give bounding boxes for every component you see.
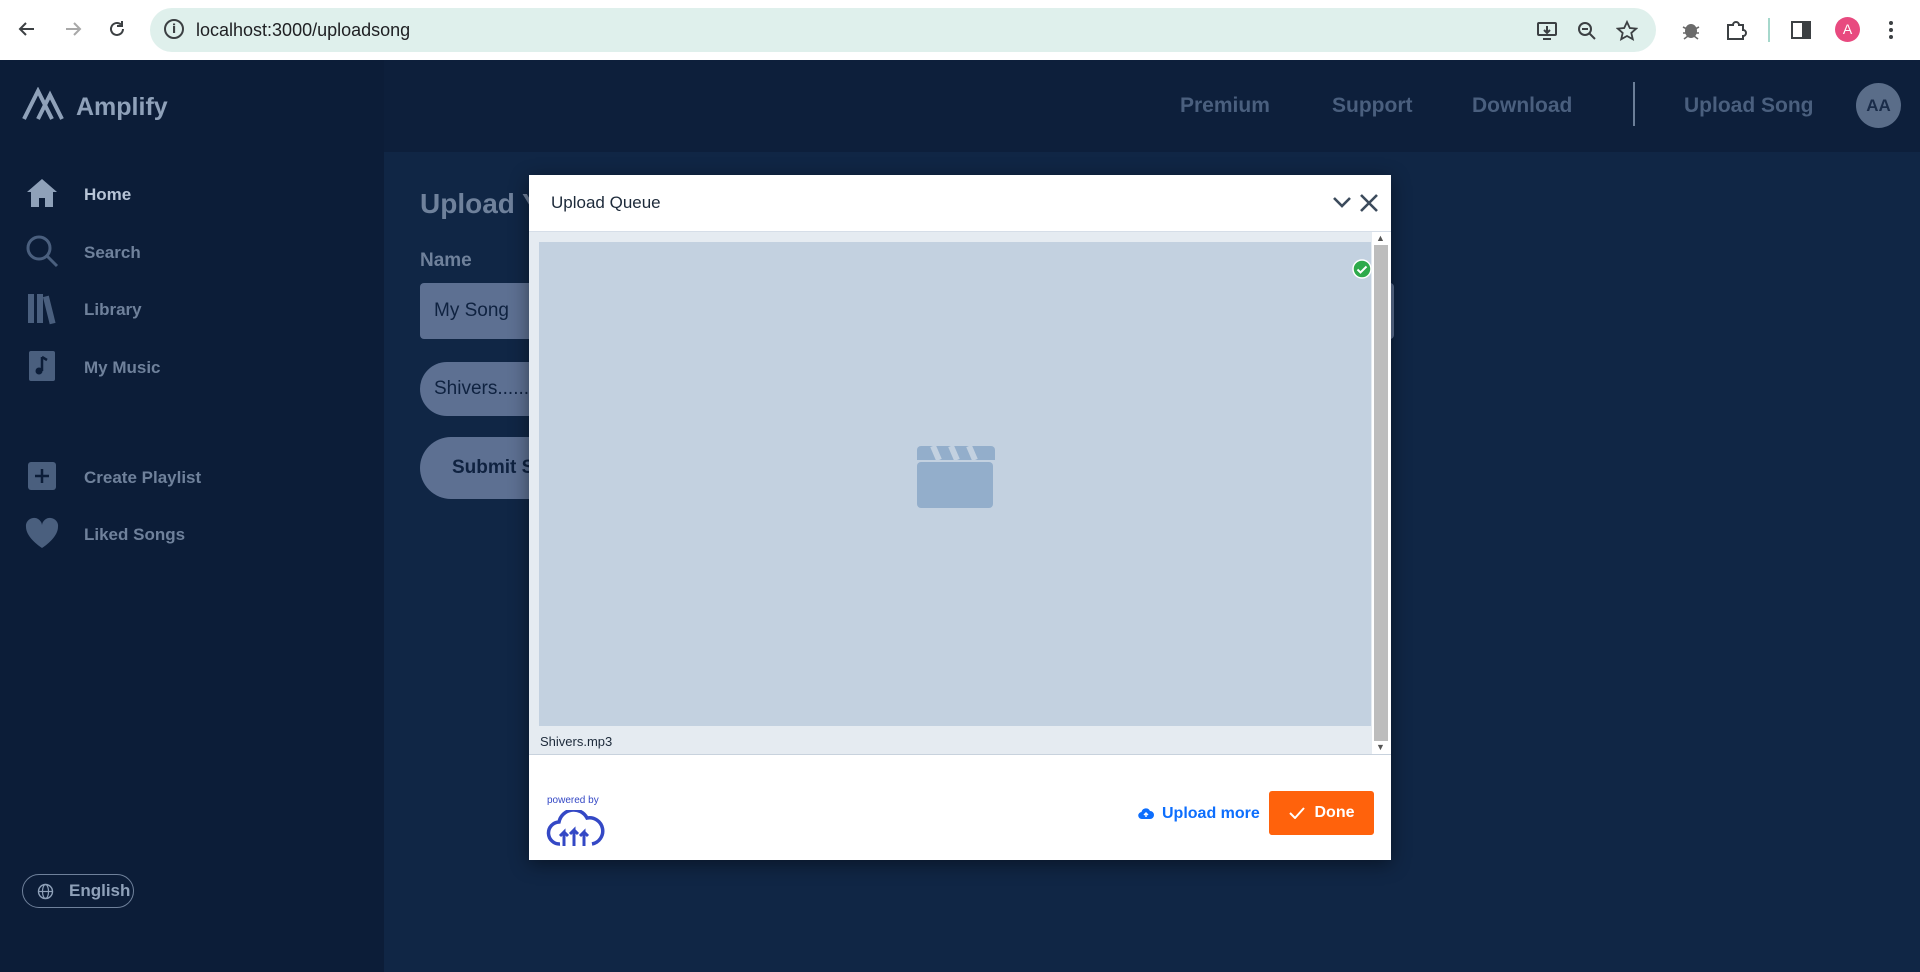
file-preview xyxy=(539,242,1372,726)
install-app-icon[interactable] xyxy=(1536,20,1558,42)
arrow-right-icon xyxy=(66,22,82,36)
name-label: Name xyxy=(420,250,472,271)
user-avatar[interactable]: AA xyxy=(1856,83,1901,128)
amplify-logo-icon xyxy=(22,87,64,120)
done-label: Done xyxy=(1314,804,1355,821)
upload-queue-dialog: Upload Queue Shivers.mp3 ▲ ▼ powered by … xyxy=(529,175,1391,860)
sidebar-item-label: Search xyxy=(84,243,141,262)
scroll-up-icon[interactable]: ▲ xyxy=(1376,233,1385,243)
library-icon xyxy=(22,288,62,328)
zoom-icon[interactable] xyxy=(1576,20,1598,42)
globe-icon xyxy=(37,883,54,900)
page-title: Upload Y xyxy=(420,188,541,219)
dialog-footer xyxy=(529,755,1391,860)
heart-icon xyxy=(22,513,62,553)
nav-divider xyxy=(1633,82,1635,126)
address-bar[interactable]: i localhost:3000/uploadsong xyxy=(150,8,1656,52)
forward-button[interactable] xyxy=(58,14,88,44)
sidebar-item-my-music[interactable]: My Music xyxy=(22,346,161,386)
nav-upload-song[interactable]: Upload Song xyxy=(1684,94,1814,118)
music-note-icon xyxy=(22,346,62,386)
checkmark-icon xyxy=(1288,807,1305,819)
plus-square-icon xyxy=(22,456,62,496)
file-name: Shivers.mp3 xyxy=(540,734,613,749)
reload-icon xyxy=(110,21,124,36)
close-icon[interactable] xyxy=(1355,189,1383,217)
toolbar-separator xyxy=(1768,18,1770,42)
nav-download[interactable]: Download xyxy=(1472,94,1572,118)
dialog-header: Upload Queue xyxy=(529,175,1391,232)
sidebar-item-create-playlist[interactable]: Create Playlist xyxy=(22,456,201,496)
upload-more-label: Upload more xyxy=(1162,805,1260,822)
scrollbar-thumb[interactable] xyxy=(1374,245,1388,741)
scroll-down-icon[interactable]: ▼ xyxy=(1376,742,1385,752)
search-icon xyxy=(22,231,62,271)
arrow-left-icon xyxy=(18,22,34,36)
sidebar-item-label: Library xyxy=(84,300,142,319)
language-label: English xyxy=(69,881,131,900)
bookmark-star-icon[interactable] xyxy=(1616,20,1638,42)
sidebar-item-label: Create Playlist xyxy=(84,468,202,487)
extensions-puzzle-icon[interactable] xyxy=(1724,18,1748,42)
side-panel-icon[interactable] xyxy=(1790,19,1812,41)
language-selector[interactable]: English xyxy=(22,874,134,908)
cloud-upload-icon xyxy=(1138,808,1154,820)
sidebar-item-search[interactable]: Search xyxy=(22,231,141,271)
brand-name: Amplify xyxy=(76,93,168,121)
nav-support[interactable]: Support xyxy=(1332,94,1412,118)
kebab-menu-icon[interactable] xyxy=(1887,19,1895,41)
video-clapperboard-icon xyxy=(917,444,995,508)
powered-by-label: powered by xyxy=(547,795,599,806)
chevron-down-icon[interactable] xyxy=(1329,189,1355,215)
sidebar-item-home[interactable]: Home xyxy=(22,173,131,213)
done-button[interactable]: Done xyxy=(1269,791,1374,835)
dialog-title: Upload Queue xyxy=(551,193,661,212)
browser-toolbar: i localhost:3000/uploadsong A xyxy=(0,0,1920,61)
success-check-icon xyxy=(1352,259,1372,279)
site-info-icon[interactable]: i xyxy=(164,19,184,39)
reload-button[interactable] xyxy=(102,14,132,44)
upload-more-button[interactable]: Upload more xyxy=(1138,805,1260,823)
sidebar-item-label: My Music xyxy=(84,358,161,377)
top-navbar: Premium Support Download Upload Song AA xyxy=(384,60,1920,152)
sidebar-item-label: Home xyxy=(84,185,132,204)
url-text: localhost:3000/uploadsong xyxy=(196,20,411,40)
sidebar-item-label: Liked Songs xyxy=(84,525,186,544)
nav-premium[interactable]: Premium xyxy=(1180,94,1270,118)
queue-list: Shivers.mp3 ▲ ▼ xyxy=(529,232,1391,755)
home-icon xyxy=(22,173,62,213)
extension-bug-icon[interactable] xyxy=(1680,19,1702,41)
back-button[interactable] xyxy=(12,14,42,44)
sidebar-item-liked-songs[interactable]: Liked Songs xyxy=(22,513,185,553)
sidebar: Amplify Home Search Library My Music Cre… xyxy=(0,60,384,972)
profile-avatar[interactable]: A xyxy=(1835,17,1860,42)
sidebar-item-library[interactable]: Library xyxy=(22,288,142,328)
brand-logo[interactable] xyxy=(22,87,64,121)
cloudinary-logo-icon[interactable] xyxy=(546,810,606,848)
